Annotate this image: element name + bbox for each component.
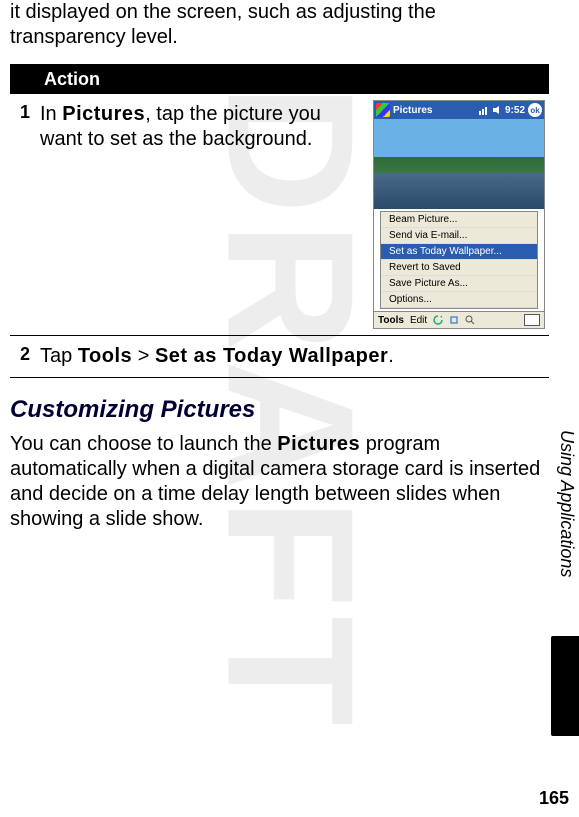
zoom-icon (465, 315, 475, 325)
table-row: 1 In Pictures, tap the picture you want … (10, 94, 549, 336)
text-fragment: Tap (40, 345, 78, 367)
text-bold: Pictures (277, 433, 360, 455)
device-mock: Pictures 9:52 ok Beam Picture... Send vi… (373, 100, 545, 329)
speaker-icon (492, 105, 502, 115)
rotate-icon (433, 315, 443, 325)
device-photo (374, 119, 544, 209)
text-fragment: > (132, 345, 155, 367)
crop-icon (449, 315, 459, 325)
windows-icon (376, 103, 390, 117)
step-text: In Pictures, tap the picture you want to… (36, 100, 373, 329)
device-time: 9:52 (505, 105, 525, 116)
action-header: Action (10, 65, 549, 94)
menu-item-save-as: Save Picture As... (381, 276, 537, 292)
step-text: Tap Tools > Set as Today Wallpaper. (36, 342, 549, 371)
menu-item-set-wallpaper: Set as Today Wallpaper... (381, 244, 537, 260)
menu-item-revert: Revert to Saved (381, 260, 537, 276)
ok-button: ok (528, 103, 542, 117)
keyboard-icon (524, 314, 540, 326)
intro-paragraph: it displayed on the screen, such as adju… (10, 0, 549, 50)
text-fragment: . (388, 345, 394, 367)
device-toolbar: Tools Edit (374, 311, 544, 328)
toolbar-edit: Edit (410, 315, 427, 326)
text-bold: Set as Today Wallpaper (155, 345, 388, 367)
step-number: 2 (10, 342, 36, 371)
table-row: 2 Tap Tools > Set as Today Wallpaper. (10, 336, 549, 377)
page-content: it displayed on the screen, such as adju… (0, 0, 579, 817)
context-menu: Beam Picture... Send via E-mail... Set a… (380, 211, 538, 309)
text-fragment: You can choose to launch the (10, 433, 277, 455)
text-fragment: In (40, 103, 62, 125)
text-bold: Pictures (62, 103, 145, 125)
embedded-screenshot: Pictures 9:52 ok Beam Picture... Send vi… (373, 100, 549, 329)
body-paragraph: You can choose to launch the Pictures pr… (10, 432, 549, 532)
toolbar-tools: Tools (378, 315, 404, 326)
signal-icon (479, 105, 489, 115)
device-titlebar: Pictures 9:52 ok (374, 101, 544, 119)
menu-item-beam: Beam Picture... (381, 212, 537, 228)
status-icons: 9:52 ok (479, 103, 542, 117)
menu-item-send: Send via E-mail... (381, 228, 537, 244)
menu-item-options: Options... (381, 292, 537, 308)
section-heading: Customizing Pictures (10, 396, 549, 424)
action-table: Action 1 In Pictures, tap the picture yo… (10, 64, 549, 378)
text-bold: Tools (78, 345, 132, 367)
device-title: Pictures (393, 105, 476, 116)
step-number: 1 (10, 100, 36, 329)
